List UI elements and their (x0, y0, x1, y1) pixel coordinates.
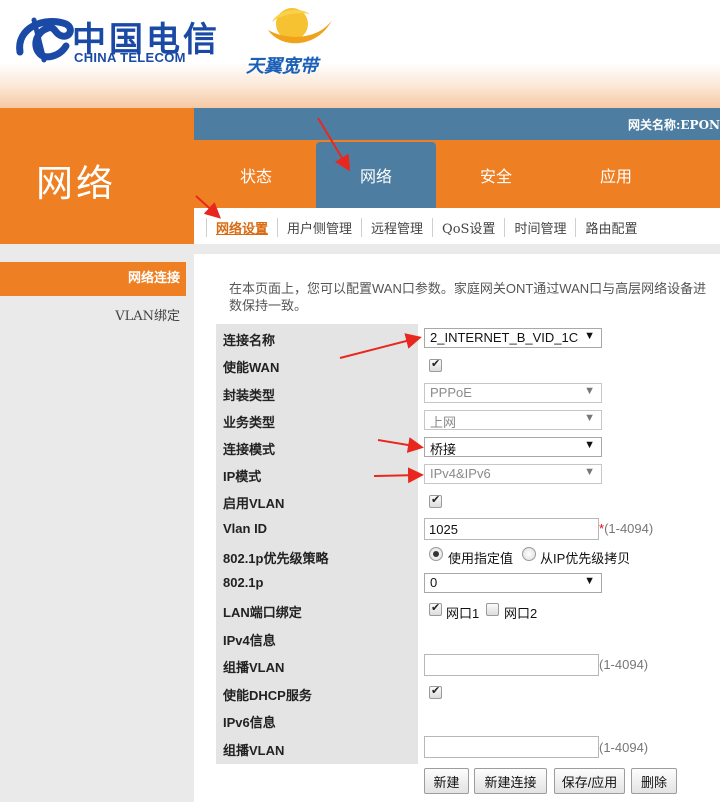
delete-button[interactable]: 删除 (631, 768, 677, 794)
priority-802-1p-value: 0 (430, 575, 438, 590)
label-802-1p: 802.1p (223, 575, 264, 590)
service-type-select[interactable]: 上网 ▼ (424, 410, 602, 430)
multicast-vlan-v4-input[interactable] (424, 654, 599, 676)
chevron-down-icon: ▼ (584, 385, 595, 397)
priority-802-1p-select[interactable]: 0 ▼ (424, 573, 602, 593)
label-enable-vlan: 启用VLAN (223, 496, 285, 511)
sidebar-item-vlan-binding[interactable]: VLAN绑定 (0, 300, 186, 334)
priority-copy-ip-radio[interactable] (522, 547, 536, 561)
lan-port1-label: 网口1 (446, 606, 480, 621)
enable-dhcp-checkbox[interactable] (429, 684, 442, 699)
connection-name-select[interactable]: 2_INTERNET_B_VID_1C ▼ (424, 328, 602, 348)
lan-port1-checkbox[interactable] (429, 601, 442, 616)
description-line-2: 数保持一致。 (229, 298, 308, 313)
connection-name-value: 2_INTERNET_B_VID_1C (430, 330, 579, 345)
service-type-value: 上网 (430, 415, 457, 430)
label-ipv6-info: IPv6信息 (223, 715, 276, 730)
enable-vlan-checkbox[interactable] (429, 493, 442, 508)
label-encapsulation: 封装类型 (223, 388, 276, 403)
ip-mode-select[interactable]: IPv4&IPv6 ▼ (424, 464, 602, 484)
broadband-brand-text: 天翼宽带 (246, 56, 318, 77)
label-connection-name: 连接名称 (223, 333, 276, 348)
tianyi-logo-icon (268, 8, 332, 44)
label-priority-policy: 802.1p优先级策略 (223, 551, 329, 566)
vlan-id-range: (1-4094) (604, 521, 654, 536)
connection-mode-value: 桥接 (430, 442, 457, 457)
vlan-id-hint: *(1-4094) (599, 521, 653, 536)
chevron-down-icon: ▼ (584, 439, 595, 451)
chevron-down-icon: ▼ (584, 330, 595, 342)
new-connection-button[interactable]: 新建连接 (474, 768, 547, 794)
subnav-qos-settings[interactable]: QoS设置 (432, 218, 504, 237)
sidebar-item-network-connection[interactable]: 网络连接 (0, 262, 186, 296)
subnav-time-management[interactable]: 时间管理 (504, 218, 575, 237)
tab-security[interactable]: 安全 (436, 142, 556, 208)
multicast-vlan-v6-hint: (1-4094) (599, 740, 649, 755)
save-apply-button[interactable]: 保存/应用 (554, 768, 625, 794)
label-enable-dhcp: 使能DHCP服务 (223, 688, 312, 703)
vlan-id-input[interactable]: 1025 (424, 518, 599, 540)
chevron-down-icon: ▼ (584, 412, 595, 424)
multicast-vlan-v6-input[interactable] (424, 736, 599, 758)
connection-mode-select[interactable]: 桥接 ▼ (424, 437, 602, 457)
tab-status[interactable]: 状态 (196, 142, 316, 208)
logo-english-text: CHINA TELECOM (74, 50, 186, 65)
subnav-remote-management[interactable]: 远程管理 (361, 218, 432, 237)
label-ipv4-info: IPv4信息 (223, 633, 276, 648)
label-ip-mode: IP模式 (223, 469, 262, 484)
priority-specified-label: 使用指定值 (448, 551, 514, 566)
page-description: 在本页面上，您可以配置WAN口参数。家庭网关ONT通过WAN口与高层网络设备进 … (229, 280, 720, 314)
priority-copy-ip-label: 从IP优先级拷贝 (540, 551, 631, 566)
label-service-type: 业务类型 (223, 415, 276, 430)
lan-port2-checkbox[interactable] (486, 603, 499, 616)
chevron-down-icon: ▼ (584, 466, 595, 478)
section-heading: 网络 (36, 162, 116, 205)
lan-port2-label: 网口2 (504, 606, 538, 621)
encapsulation-value: PPPoE (430, 385, 472, 400)
tab-applications[interactable]: 应用 (556, 142, 676, 208)
sub-nav: 网络设置 用户侧管理 远程管理 QoS设置 时间管理 路由配置 (206, 218, 646, 237)
priority-specified-radio[interactable] (429, 547, 443, 561)
description-line-1: 在本页面上，您可以配置WAN口参数。家庭网关ONT通过WAN口与高层网络设备进 (229, 281, 707, 296)
label-enable-wan: 使能WAN (223, 360, 280, 375)
subnav-routing-config[interactable]: 路由配置 (575, 218, 646, 237)
chevron-down-icon: ▼ (584, 575, 595, 587)
subnav-user-side-management[interactable]: 用户侧管理 (277, 218, 361, 237)
ip-mode-value: IPv4&IPv6 (430, 466, 491, 481)
tab-network[interactable]: 网络 (316, 142, 436, 208)
label-multicast-vlan-v4: 组播VLAN (223, 660, 285, 675)
encapsulation-select[interactable]: PPPoE ▼ (424, 383, 602, 403)
new-button[interactable]: 新建 (424, 768, 469, 794)
subnav-network-settings[interactable]: 网络设置 (206, 218, 277, 237)
label-multicast-vlan-v6: 组播VLAN (223, 743, 285, 758)
label-vlan-id: Vlan ID (223, 521, 268, 536)
multicast-vlan-v4-hint: (1-4094) (599, 657, 649, 672)
enable-wan-checkbox[interactable] (429, 357, 442, 372)
gateway-name: 网关名称:EPON (627, 118, 720, 132)
label-connection-mode: 连接模式 (223, 442, 276, 457)
label-lan-binding: LAN端口绑定 (223, 605, 302, 620)
